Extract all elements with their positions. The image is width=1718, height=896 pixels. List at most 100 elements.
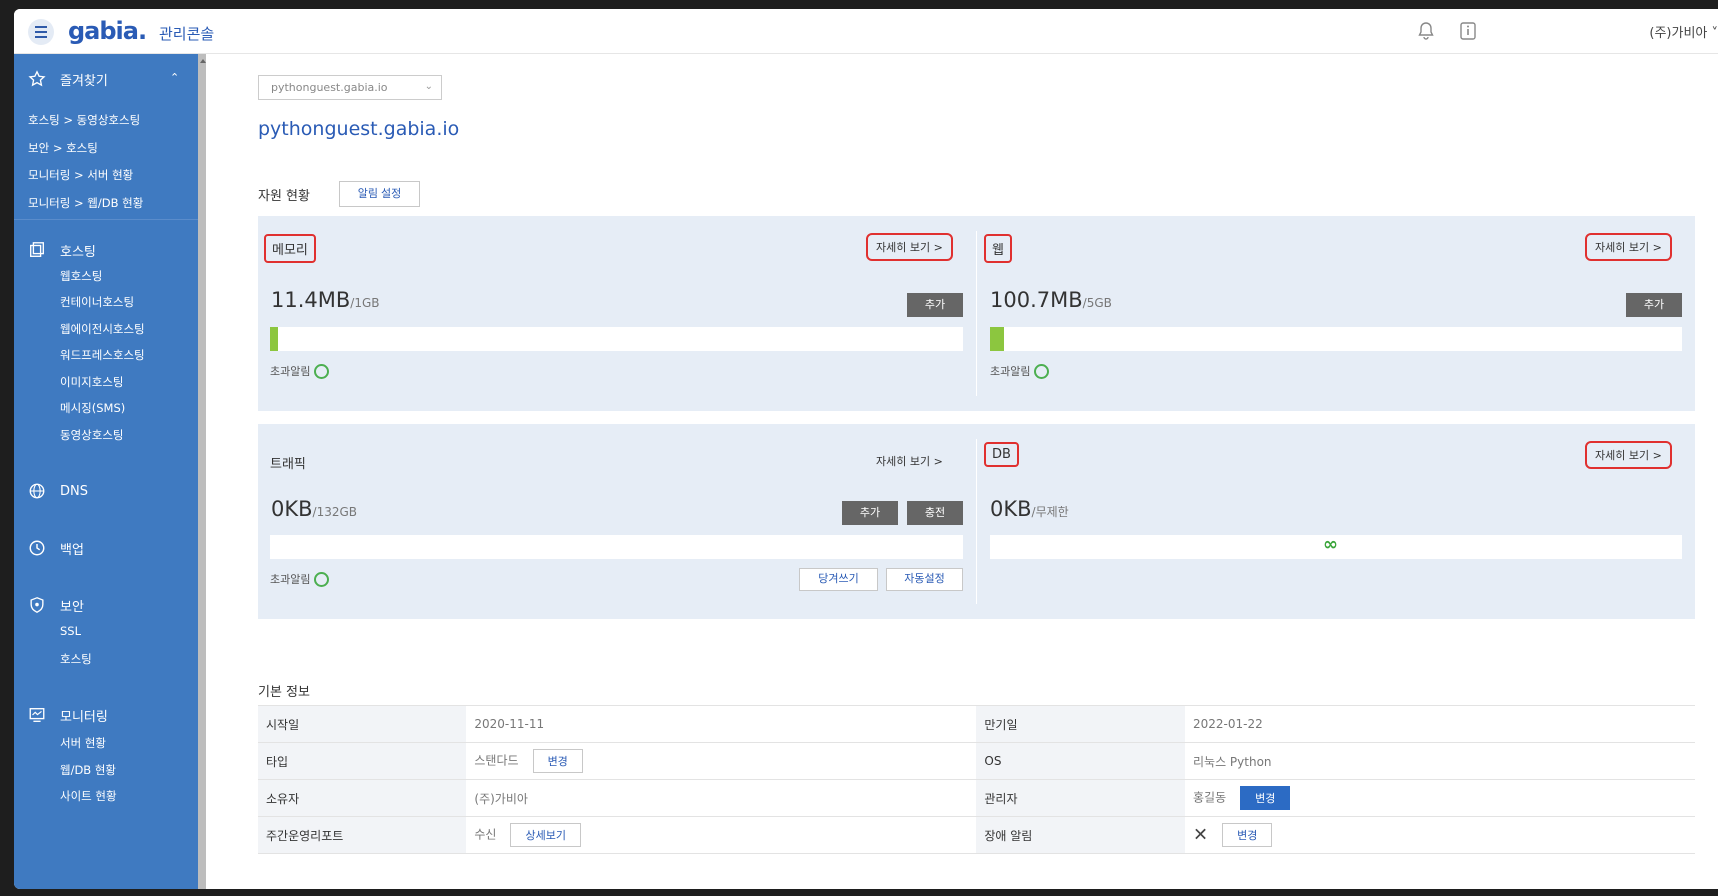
sidebar-item-video-hosting[interactable]: 동영상호스팅	[60, 427, 123, 443]
sidebar-hosting[interactable]: 호스팅	[28, 240, 96, 260]
sidebar-item-web-hosting[interactable]: 웹호스팅	[60, 268, 102, 284]
sidebar-item-agency-hosting[interactable]: 웹에이전시호스팅	[60, 321, 145, 337]
sidebar-item-wordpress-hosting[interactable]: 워드프레스호스팅	[60, 347, 145, 363]
star-icon	[28, 70, 46, 87]
memory-used: 11.4MB	[271, 288, 351, 312]
sidebar-security-label: 보안	[60, 599, 84, 615]
gabia-logo[interactable]: gabia.	[68, 17, 147, 45]
table-row: 주간운영리포트 수신 상세보기 장애 알림 ✕ 변경	[258, 816, 1695, 854]
info-icon[interactable]	[1458, 21, 1478, 41]
web-used: 100.7MB	[990, 288, 1083, 312]
sidebar-item-image-hosting[interactable]: 이미지호스팅	[60, 374, 123, 390]
sidebar-hosting-label: 호스팅	[60, 244, 96, 260]
top-header: gabia. 관리콘솔 (주)가비아 ˅	[14, 9, 1718, 54]
admin-label: 관리자	[976, 779, 1185, 817]
sidebar-dns[interactable]: DNS	[28, 481, 88, 501]
web-usage-bar	[990, 327, 1682, 351]
resource-panel-bottom: 트래픽 자세히 보기 > 0KB/132GB 추가 충전 초과알림 당겨쓰기 자…	[258, 424, 1695, 619]
admin-change-button[interactable]: 변경	[1240, 786, 1291, 810]
fault-alert-cell: ✕ 변경	[1184, 816, 1695, 854]
traffic-auto-button[interactable]: 자동설정	[886, 568, 963, 591]
monitor-icon	[29, 708, 45, 722]
console-title: 관리콘솔	[159, 25, 215, 43]
report-detail-button[interactable]: 상세보기	[510, 823, 581, 847]
web-usage: 100.7MB/5GB	[990, 288, 1112, 312]
admin-cell: 홍길동 변경	[1184, 779, 1695, 817]
type-cell: 스탠다드 변경	[466, 742, 977, 780]
main-content: pythonguest.gabia.io ⌄ pythonguest.gabia…	[206, 54, 1718, 889]
sidebar-security[interactable]: 보안	[28, 595, 84, 615]
traffic-alert: 초과알림	[270, 571, 330, 587]
sidebar-item-server-status[interactable]: 서버 현황	[60, 735, 106, 751]
type-value: 스탠다드	[474, 753, 519, 768]
sidebar-monitoring[interactable]: 모니터링	[28, 705, 108, 725]
web-detail-link[interactable]: 자세히 보기 >	[1585, 233, 1672, 261]
owner-label: 소유자	[258, 779, 467, 817]
sidebar-item-webdb-status[interactable]: 웹/DB 현황	[60, 762, 116, 778]
start-date-value: 2020-11-11	[466, 705, 977, 743]
sidebar-item-security-hosting[interactable]: 호스팅	[60, 651, 92, 667]
favorite-link[interactable]: 모니터링 > 웹/DB 현황	[28, 195, 143, 211]
status-ring-icon	[314, 363, 330, 379]
os-label: OS	[976, 742, 1185, 780]
admin-value: 홍길동	[1192, 790, 1227, 805]
traffic-usage-bar	[270, 535, 963, 559]
start-date-label: 시작일	[258, 705, 467, 743]
traffic-add-button[interactable]: 추가	[842, 501, 898, 525]
os-value: 리눅스 Python	[1184, 742, 1695, 780]
db-detail-link[interactable]: 자세히 보기 >	[1585, 441, 1672, 469]
favorite-link[interactable]: 호스팅 > 동영상호스팅	[28, 112, 140, 128]
alert-settings-button[interactable]: 알림 설정	[339, 181, 420, 207]
weekly-report-value: 수신	[474, 827, 497, 842]
memory-add-button[interactable]: 추가	[907, 293, 963, 317]
sidebar: 즐겨찾기 ⌃ 호스팅 > 동영상호스팅 보안 > 호스팅 모니터링 > 서버 현…	[14, 54, 198, 889]
traffic-detail-link[interactable]: 자세히 보기 >	[868, 449, 951, 473]
globe-icon	[29, 483, 45, 499]
traffic-total: /132GB	[312, 505, 358, 519]
web-alert-label: 초과알림	[990, 365, 1031, 378]
type-change-button[interactable]: 변경	[532, 749, 583, 773]
favorite-link[interactable]: 모니터링 > 서버 현황	[28, 167, 133, 183]
sidebar-backup[interactable]: 백업	[28, 538, 84, 558]
sidebar-item-site-status[interactable]: 사이트 현황	[60, 788, 117, 804]
domain-select[interactable]: pythonguest.gabia.io ⌄	[258, 75, 442, 100]
sidebar-dns-label: DNS	[60, 483, 88, 499]
memory-usage-bar	[270, 327, 963, 351]
db-title: DB	[984, 442, 1019, 467]
sidebar-scrollbar[interactable]	[198, 54, 206, 889]
sidebar-item-sms[interactable]: 메시징(SMS)	[60, 400, 125, 416]
sidebar-favorites[interactable]: 즐겨찾기	[28, 69, 108, 89]
sidebar-divider	[14, 219, 198, 220]
web-alert: 초과알림	[990, 363, 1050, 379]
memory-usage: 11.4MB/1GB	[271, 288, 380, 312]
collapse-chevron-icon[interactable]: ⌃	[170, 71, 179, 84]
basic-info-label: 기본 정보	[258, 685, 310, 700]
sidebar-monitoring-label: 모니터링	[60, 709, 108, 725]
hosting-icon	[30, 242, 44, 257]
web-add-button[interactable]: 추가	[1626, 293, 1682, 317]
bell-icon[interactable]	[1416, 21, 1436, 41]
clock-icon	[29, 540, 45, 556]
infinity-icon: ∞	[1323, 534, 1338, 555]
status-ring-icon	[1034, 363, 1050, 379]
user-menu[interactable]: (주)가비아 ˅	[1649, 22, 1718, 41]
memory-title: 메모리	[264, 234, 316, 263]
sidebar-favorites-label: 즐겨찾기	[60, 73, 108, 89]
sidebar-item-ssl[interactable]: SSL	[60, 624, 81, 638]
fault-change-button[interactable]: 변경	[1222, 823, 1273, 847]
memory-usage-fill	[270, 327, 278, 351]
web-usage-fill	[990, 327, 1004, 351]
sidebar-backup-label: 백업	[60, 542, 84, 558]
resource-panel-top: 메모리 자세히 보기 > 11.4MB/1GB 추가 초과알림 웹 자세히 보기…	[258, 216, 1695, 411]
resource-status-label: 자원 현황	[258, 189, 310, 204]
menu-icon[interactable]	[28, 19, 54, 45]
type-label: 타입	[258, 742, 467, 780]
close-icon: ✕	[1192, 824, 1209, 846]
memory-alert-label: 초과알림	[270, 365, 311, 378]
sidebar-item-container-hosting[interactable]: 컨테이너호스팅	[60, 294, 134, 310]
memory-detail-link[interactable]: 자세히 보기 >	[866, 233, 953, 261]
traffic-pull-button[interactable]: 당겨쓰기	[799, 568, 878, 591]
favorite-link[interactable]: 보안 > 호스팅	[28, 140, 98, 156]
traffic-charge-button[interactable]: 충전	[907, 501, 963, 525]
memory-alert: 초과알림	[270, 363, 330, 379]
